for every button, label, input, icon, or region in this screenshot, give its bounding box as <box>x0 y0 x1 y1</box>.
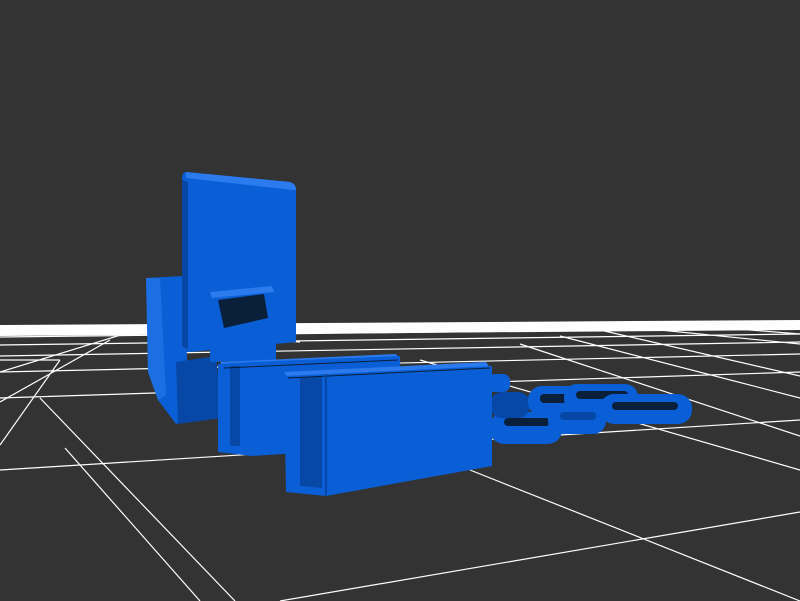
scene-canvas[interactable] <box>0 0 800 601</box>
3d-viewport[interactable] <box>0 0 800 601</box>
slot-clip[interactable] <box>210 286 276 362</box>
